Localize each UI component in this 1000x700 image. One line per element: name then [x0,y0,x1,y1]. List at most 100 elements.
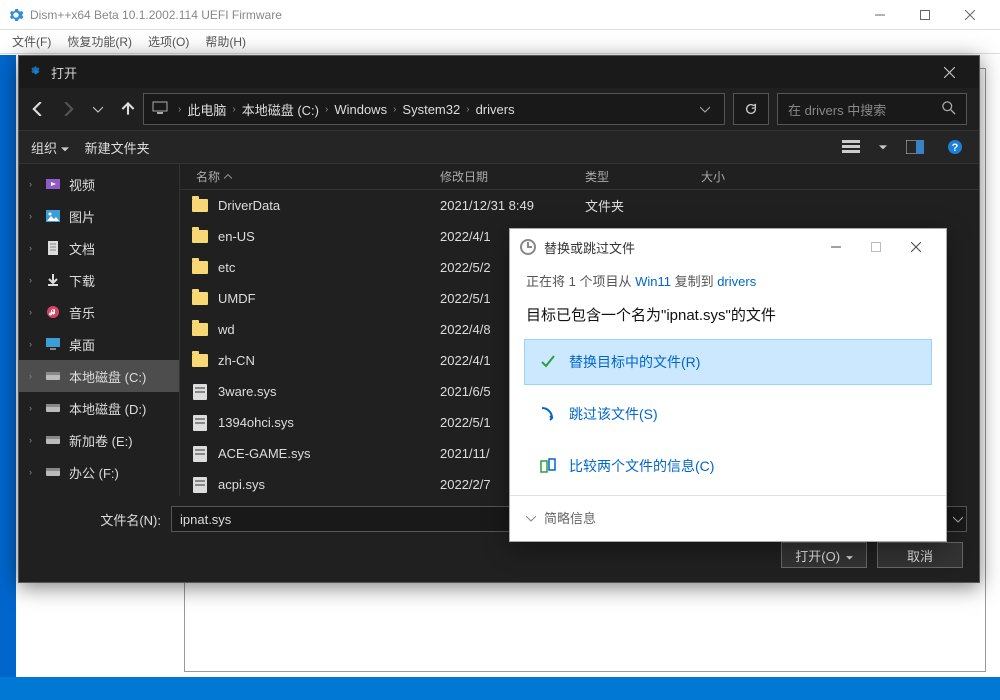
conflict-minimize[interactable] [816,233,856,261]
main-titlebar: Dism++x64 Beta 10.1.2002.114 UEFI Firmwa… [0,0,1000,30]
sidebar-item[interactable]: ›音乐 [19,296,179,328]
crumb-1[interactable]: 本地磁盘 (C:) [242,100,319,119]
menu-help[interactable]: 帮助(H) [205,33,246,50]
file-name: 1394ohci.sys [218,415,440,430]
sidebar-item[interactable]: ›本地磁盘 (D:) [19,392,179,424]
sidebar-item-label: 新加卷 (E:) [69,431,133,450]
disk-icon [45,400,61,416]
dst-link[interactable]: drivers [717,274,756,289]
main-menu: 文件(F) 恢复功能(R) 选项(O) 帮助(H) [0,30,1000,54]
open-button[interactable]: 打开(O) [781,542,867,568]
toolbar: 组织 新建文件夹 ? [19,130,979,164]
search-input[interactable]: 在 drivers 中搜索 [777,93,967,125]
sidebar-item-label: 本地磁盘 (C:) [69,367,146,386]
file-name: etc [218,260,440,275]
desktop-icon [45,336,61,352]
refresh-button[interactable] [733,93,769,125]
file-icon [190,384,210,400]
close-button[interactable] [947,1,992,29]
view-mode-button[interactable] [839,135,863,159]
pc-icon [152,101,168,118]
crumb-0[interactable]: 此电脑 [187,100,226,119]
documents-icon [45,240,61,256]
help-button[interactable]: ? [943,135,967,159]
dialog-titlebar: 打开 [19,56,979,88]
sidebar-item[interactable]: ›文档 [19,232,179,264]
chevron-down-icon [526,513,536,523]
crumb-2[interactable]: Windows [334,102,387,117]
menu-options[interactable]: 选项(O) [148,33,189,50]
disk-icon [45,464,61,480]
taskbar [0,677,1000,700]
maximize-button[interactable] [902,1,947,29]
crumb-dropdown[interactable] [694,102,716,117]
file-icon [190,477,210,493]
forward-button[interactable] [61,102,75,116]
sidebar-item-label: 音乐 [69,303,95,322]
sidebar-item-label: 本地磁盘 (D:) [69,399,146,418]
up-button[interactable] [121,102,135,116]
downloads-icon [45,272,61,288]
sidebar-item[interactable]: ›下载 [19,264,179,296]
folder-icon [190,354,210,367]
sidebar-item[interactable]: ›图片 [19,200,179,232]
organize-menu[interactable]: 组织 [31,138,69,157]
brief-info-toggle[interactable]: 简略信息 [510,495,946,541]
dialog-close-button[interactable] [929,56,969,88]
new-folder-button[interactable]: 新建文件夹 [85,138,150,157]
chevron-down-icon[interactable] [953,514,963,524]
sidebar-item[interactable]: ›新加卷 (E:) [19,424,179,456]
file-icon [190,415,210,431]
crumb-3[interactable]: System32 [402,102,460,117]
header-size[interactable]: 大小 [701,168,979,185]
sidebar-item[interactable]: ›桌面 [19,328,179,360]
filename-label: 文件名(N): [35,510,161,529]
search-icon [942,101,956,118]
sidebar-item-label: 图片 [69,207,95,226]
compare-option[interactable]: 比较两个文件的信息(C) [524,443,932,489]
file-name: acpi.sys [218,477,440,492]
videos-icon [45,176,61,192]
skip-option[interactable]: 跳过该文件(S) [524,391,932,437]
recent-dropdown[interactable] [91,102,105,116]
svg-text:?: ? [952,142,959,154]
sidebar-item-label: 文档 [69,239,95,258]
header-date[interactable]: 修改日期 [440,168,585,185]
gear-icon [8,7,24,23]
src-link[interactable]: Win11 [635,274,671,289]
preview-pane-button[interactable] [903,135,927,159]
gear-icon [29,65,43,79]
search-placeholder: 在 drivers 中搜索 [788,100,886,119]
menu-file[interactable]: 文件(F) [12,33,51,50]
cancel-button[interactable]: 取消 [877,542,963,568]
header-name[interactable]: 名称 [180,168,440,185]
sidebar-item[interactable]: ›本地磁盘 (C:) [19,360,179,392]
skip-icon [539,405,557,423]
crumb-4[interactable]: drivers [476,102,515,117]
dialog-title: 打开 [51,63,921,82]
conflict-close[interactable] [896,233,936,261]
clock-icon [520,239,536,255]
sidebar-item[interactable]: ›视频 [19,168,179,200]
sidebar-item-label: 桌面 [69,335,95,354]
file-date: 2021/12/31 8:49 [440,198,585,213]
file-name: zh-CN [218,353,440,368]
sidebar: ›视频›图片›文档›下载›音乐›桌面›本地磁盘 (C:)›本地磁盘 (D:)›新… [19,164,179,496]
replace-option[interactable]: 替换目标中的文件(R) [524,339,932,385]
header-type[interactable]: 类型 [585,168,701,185]
conflict-title: 替换或跳过文件 [544,238,808,257]
menu-restore[interactable]: 恢复功能(R) [67,33,132,50]
file-name: DriverData [218,198,440,213]
breadcrumb[interactable]: › 此电脑› 本地磁盘 (C:)› Windows› System32› dri… [143,93,725,125]
file-row[interactable]: DriverData2021/12/31 8:49文件夹 [180,190,979,221]
folder-icon [190,230,210,243]
pictures-icon [45,208,61,224]
conflict-copy-line: 正在将 1 个项目从 Win11 复制到 drivers [510,265,946,300]
conflict-dialog: 替换或跳过文件 正在将 1 个项目从 Win11 复制到 drivers 目标已… [509,228,947,542]
chevron-down-icon[interactable] [879,143,887,151]
conflict-maximize[interactable] [856,233,896,261]
sidebar-item[interactable]: ›办公 (F:) [19,456,179,488]
minimize-button[interactable] [857,1,902,29]
back-button[interactable] [31,102,45,116]
accent-strip [0,55,16,677]
